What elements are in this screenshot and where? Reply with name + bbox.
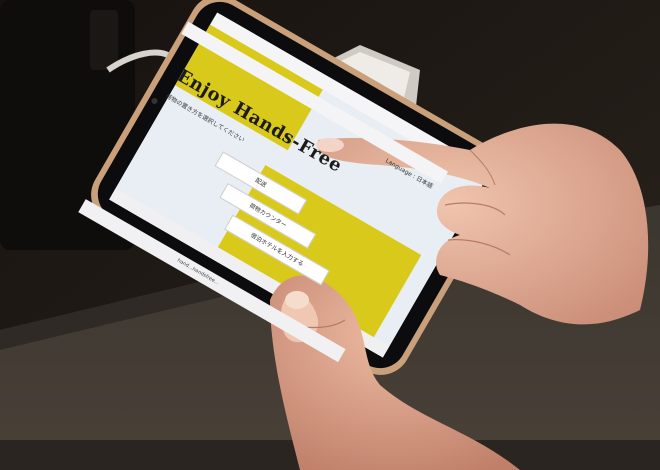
phone-screen: Language : 日本語 Enjoy Hands-Free 荷物の置き方を選… bbox=[0, 0, 660, 470]
browser-url-bar[interactable]: hand...handsfree... bbox=[78, 199, 346, 363]
phone-screen-content: Language : 日本語 Enjoy Hands-Free 荷物の置き方を選… bbox=[78, 21, 449, 363]
url-text: hand...handsfree... bbox=[176, 257, 220, 287]
hero-title: Enjoy Hands-Free bbox=[173, 65, 346, 177]
photo-scene: Language : 日本語 Enjoy Hands-Free 荷物の置き方を選… bbox=[0, 0, 660, 470]
